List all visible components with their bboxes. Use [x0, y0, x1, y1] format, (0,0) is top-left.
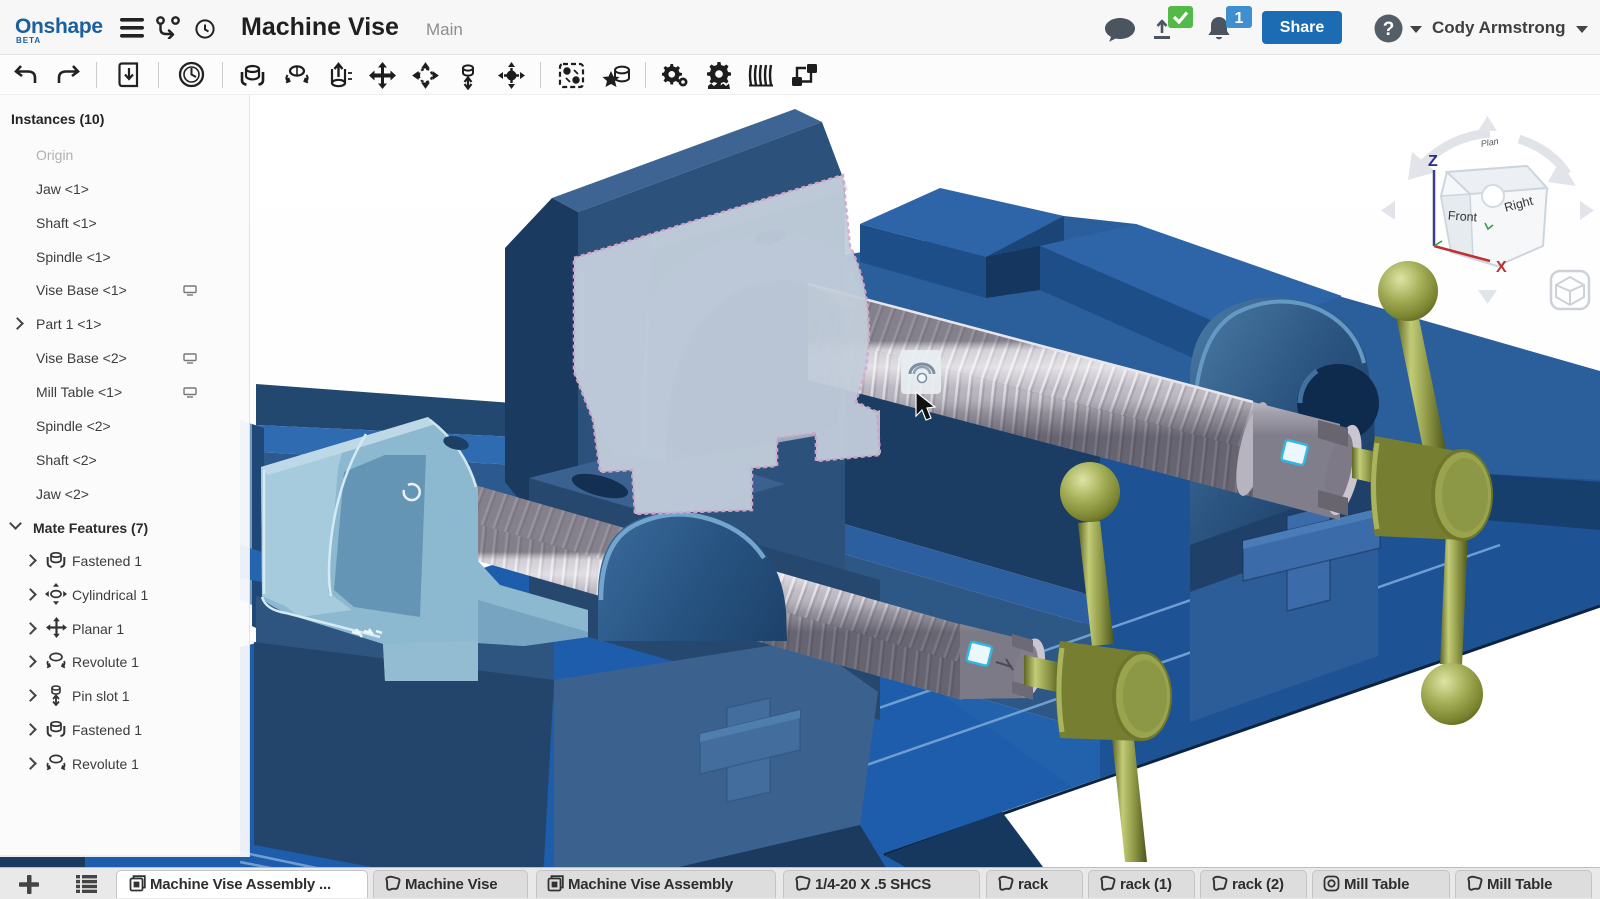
svg-text:?: ? — [1383, 19, 1395, 40]
svg-text:X: X — [1496, 259, 1507, 276]
svg-text:Z: Z — [1428, 153, 1438, 170]
svg-text:1: 1 — [1235, 10, 1244, 27]
svg-text:Front: Front — [1447, 209, 1478, 225]
